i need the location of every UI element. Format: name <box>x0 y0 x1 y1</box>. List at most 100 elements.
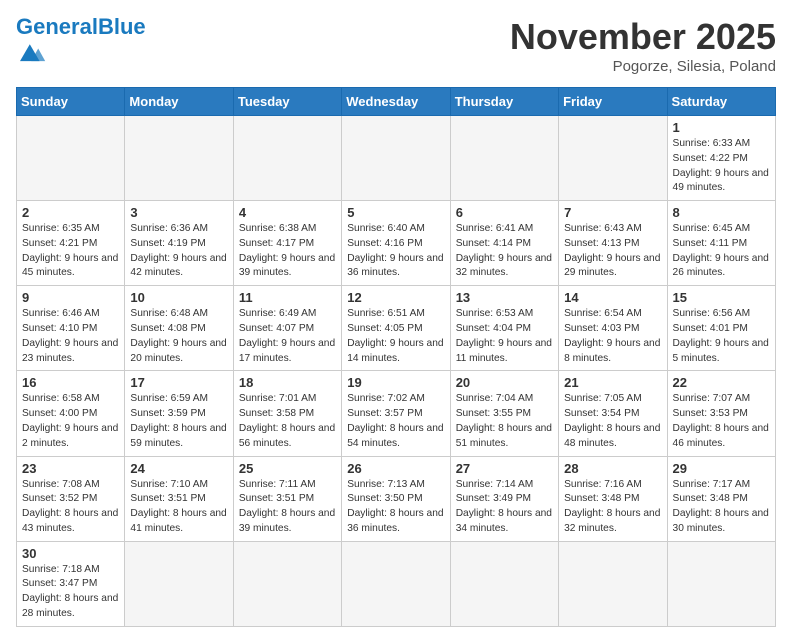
calendar-cell: 14Sunrise: 6:54 AM Sunset: 4:03 PM Dayli… <box>559 286 667 371</box>
calendar-cell <box>667 541 775 626</box>
day-number: 30 <box>22 546 119 561</box>
calendar-cell: 13 Sunrise: 6:53 AM Sunset: 4:04 PM Dayli… <box>450 286 558 371</box>
calendar-cell: 26Sunrise: 7:13 AM Sunset: 3:50 PM Dayli… <box>342 456 450 541</box>
calendar-cell <box>233 541 341 626</box>
calendar-week-4: 23 Sunrise: 7:08 AM Sunset: 3:52 PM Dayli… <box>17 456 776 541</box>
title-section: November 2025 Pogorze, Silesia, Poland <box>510 16 776 75</box>
day-info: Sunrise: 6:35 AM Sunset: 4:21 PM Dayligh… <box>22 222 119 281</box>
day-info: Sunrise: 7:17 AM Sunset: 3:48 PM Dayligh… <box>673 478 770 537</box>
calendar-cell: 24Sunrise: 7:10 AM Sunset: 3:51 PM Dayli… <box>125 456 233 541</box>
day-number: 5 <box>347 205 444 220</box>
day-info: Sunrise: 6:36 AM Sunset: 4:19 PM Dayligh… <box>130 222 227 281</box>
calendar-week-5: 30 Sunrise: 7:18 AM Sunset: 3:47 PM Dayli… <box>17 541 776 626</box>
col-header-sunday: Sunday <box>17 88 125 116</box>
calendar-week-3: 16Sunrise: 6:58 AM Sunset: 4:00 PM Dayli… <box>17 371 776 456</box>
calendar-week-2: 9 Sunrise: 6:46 AM Sunset: 4:10 PM Daylig… <box>17 286 776 371</box>
day-number: 27 <box>456 461 553 476</box>
calendar-cell <box>233 116 341 201</box>
day-number: 7 <box>564 205 661 220</box>
day-number: 24 <box>130 461 227 476</box>
day-info: Sunrise: 6:48 AM Sunset: 4:08 PM Dayligh… <box>130 307 227 366</box>
calendar-week-1: 2 Sunrise: 6:35 AM Sunset: 4:21 PM Daylig… <box>17 201 776 286</box>
day-info: Sunrise: 7:11 AM Sunset: 3:51 PM Dayligh… <box>239 478 336 537</box>
calendar-cell: 7 Sunrise: 6:43 AM Sunset: 4:13 PM Daylig… <box>559 201 667 286</box>
day-info: Sunrise: 7:18 AM Sunset: 3:47 PM Dayligh… <box>22 563 119 622</box>
calendar-week-0: 1 Sunrise: 6:33 AM Sunset: 4:22 PM Daylig… <box>17 116 776 201</box>
day-number: 8 <box>673 205 770 220</box>
day-number: 19 <box>347 375 444 390</box>
day-number: 2 <box>22 205 119 220</box>
calendar-cell: 9 Sunrise: 6:46 AM Sunset: 4:10 PM Daylig… <box>17 286 125 371</box>
calendar-cell: 12Sunrise: 6:51 AM Sunset: 4:05 PM Dayli… <box>342 286 450 371</box>
day-number: 26 <box>347 461 444 476</box>
day-info: Sunrise: 7:14 AM Sunset: 3:49 PM Dayligh… <box>456 478 553 537</box>
day-number: 4 <box>239 205 336 220</box>
logo-text: GeneralBlue <box>16 16 146 38</box>
day-info: Sunrise: 6:41 AM Sunset: 4:14 PM Dayligh… <box>456 222 553 281</box>
calendar-cell <box>450 541 558 626</box>
day-info: Sunrise: 6:38 AM Sunset: 4:17 PM Dayligh… <box>239 222 336 281</box>
calendar-cell <box>342 116 450 201</box>
day-info: Sunrise: 6:43 AM Sunset: 4:13 PM Dayligh… <box>564 222 661 281</box>
day-number: 1 <box>673 120 770 135</box>
calendar-cell: 17Sunrise: 6:59 AM Sunset: 3:59 PM Dayli… <box>125 371 233 456</box>
day-info: Sunrise: 6:53 AM Sunset: 4:04 PM Dayligh… <box>456 307 553 366</box>
col-header-friday: Friday <box>559 88 667 116</box>
calendar-cell <box>17 116 125 201</box>
day-number: 23 <box>22 461 119 476</box>
day-info: Sunrise: 7:08 AM Sunset: 3:52 PM Dayligh… <box>22 478 119 537</box>
calendar-cell: 23 Sunrise: 7:08 AM Sunset: 3:52 PM Dayli… <box>17 456 125 541</box>
day-info: Sunrise: 7:16 AM Sunset: 3:48 PM Dayligh… <box>564 478 661 537</box>
logo-general: General <box>16 14 98 39</box>
day-number: 3 <box>130 205 227 220</box>
day-number: 9 <box>22 290 119 305</box>
calendar-cell: 4 Sunrise: 6:38 AM Sunset: 4:17 PM Daylig… <box>233 201 341 286</box>
calendar-cell <box>342 541 450 626</box>
calendar-cell: 3 Sunrise: 6:36 AM Sunset: 4:19 PM Daylig… <box>125 201 233 286</box>
calendar-cell: 2 Sunrise: 6:35 AM Sunset: 4:21 PM Daylig… <box>17 201 125 286</box>
day-info: Sunrise: 7:04 AM Sunset: 3:55 PM Dayligh… <box>456 392 553 451</box>
month-title: November 2025 <box>510 16 776 58</box>
calendar-cell: 15Sunrise: 6:56 AM Sunset: 4:01 PM Dayli… <box>667 286 775 371</box>
calendar-cell: 19Sunrise: 7:02 AM Sunset: 3:57 PM Dayli… <box>342 371 450 456</box>
day-number: 12 <box>347 290 444 305</box>
logo: GeneralBlue <box>16 16 146 71</box>
calendar-cell: 6 Sunrise: 6:41 AM Sunset: 4:14 PM Daylig… <box>450 201 558 286</box>
day-number: 17 <box>130 375 227 390</box>
calendar-cell: 8Sunrise: 6:45 AM Sunset: 4:11 PM Daylig… <box>667 201 775 286</box>
calendar-cell <box>125 116 233 201</box>
day-number: 16 <box>22 375 119 390</box>
day-number: 13 <box>456 290 553 305</box>
calendar-cell <box>125 541 233 626</box>
logo-blue: Blue <box>98 14 146 39</box>
day-number: 21 <box>564 375 661 390</box>
calendar-cell: 1 Sunrise: 6:33 AM Sunset: 4:22 PM Daylig… <box>667 116 775 201</box>
day-info: Sunrise: 6:46 AM Sunset: 4:10 PM Dayligh… <box>22 307 119 366</box>
day-info: Sunrise: 7:01 AM Sunset: 3:58 PM Dayligh… <box>239 392 336 451</box>
calendar-cell: 20 Sunrise: 7:04 AM Sunset: 3:55 PM Dayli… <box>450 371 558 456</box>
calendar-cell: 16Sunrise: 6:58 AM Sunset: 4:00 PM Dayli… <box>17 371 125 456</box>
col-header-saturday: Saturday <box>667 88 775 116</box>
location: Pogorze, Silesia, Poland <box>510 58 776 75</box>
calendar-cell: 28 Sunrise: 7:16 AM Sunset: 3:48 PM Dayli… <box>559 456 667 541</box>
calendar-table: SundayMondayTuesdayWednesdayThursdayFrid… <box>16 87 776 627</box>
day-number: 6 <box>456 205 553 220</box>
day-info: Sunrise: 6:54 AM Sunset: 4:03 PM Dayligh… <box>564 307 661 366</box>
day-info: Sunrise: 6:40 AM Sunset: 4:16 PM Dayligh… <box>347 222 444 281</box>
day-number: 20 <box>456 375 553 390</box>
col-header-monday: Monday <box>125 88 233 116</box>
calendar-cell: 27 Sunrise: 7:14 AM Sunset: 3:49 PM Dayli… <box>450 456 558 541</box>
day-info: Sunrise: 7:05 AM Sunset: 3:54 PM Dayligh… <box>564 392 661 451</box>
calendar-cell <box>559 116 667 201</box>
calendar-cell <box>450 116 558 201</box>
col-header-tuesday: Tuesday <box>233 88 341 116</box>
calendar-cell: 18Sunrise: 7:01 AM Sunset: 3:58 PM Dayli… <box>233 371 341 456</box>
calendar-cell: 25 Sunrise: 7:11 AM Sunset: 3:51 PM Dayli… <box>233 456 341 541</box>
day-info: Sunrise: 6:49 AM Sunset: 4:07 PM Dayligh… <box>239 307 336 366</box>
day-number: 25 <box>239 461 336 476</box>
calendar-cell: 22Sunrise: 7:07 AM Sunset: 3:53 PM Dayli… <box>667 371 775 456</box>
day-number: 28 <box>564 461 661 476</box>
day-info: Sunrise: 7:07 AM Sunset: 3:53 PM Dayligh… <box>673 392 770 451</box>
day-info: Sunrise: 6:33 AM Sunset: 4:22 PM Dayligh… <box>673 137 770 196</box>
calendar-cell: 11Sunrise: 6:49 AM Sunset: 4:07 PM Dayli… <box>233 286 341 371</box>
